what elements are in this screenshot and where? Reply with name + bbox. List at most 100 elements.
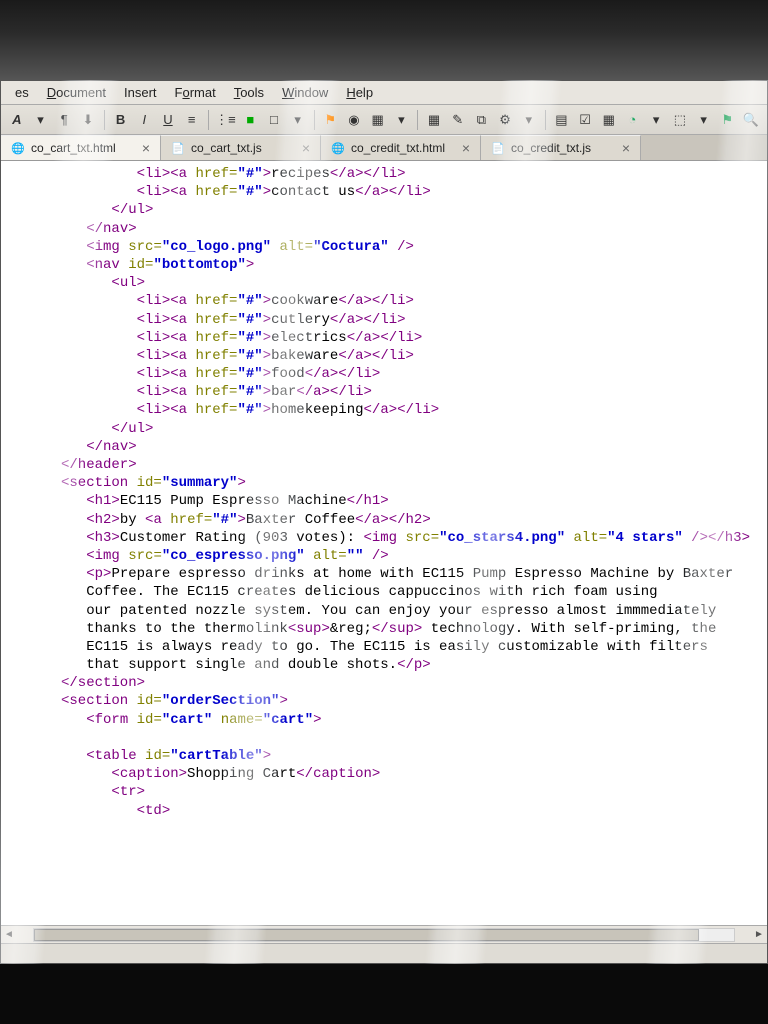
flag-icon[interactable]: ⚑	[320, 109, 340, 131]
box-icon[interactable]: ⬚	[670, 109, 690, 131]
code-line: <table id="cartTable">	[61, 747, 759, 765]
code-line: <section id="orderSection">	[61, 692, 759, 710]
code-line: <section id="summary">	[61, 474, 759, 492]
menu-document[interactable]: Document	[39, 83, 114, 102]
grid-icon[interactable]: ▦	[368, 109, 388, 131]
code-line: that support single and double shots.</p…	[61, 656, 759, 674]
bold-button[interactable]: B	[111, 109, 131, 131]
code-line: <ul>	[61, 274, 759, 292]
code-line: <h1>EC115 Pump Espresso Machine</h1>	[61, 492, 759, 510]
code-line: <p>Prepare espresso drinks at home with …	[61, 565, 759, 583]
horizontal-scrollbar[interactable]: ◄ ►	[1, 925, 767, 943]
close-icon[interactable]: ×	[460, 140, 472, 156]
menu-es-partial[interactable]: es	[7, 83, 37, 102]
code-line: <li><a href="#">food</a></li>	[61, 365, 759, 383]
close-icon[interactable]: ×	[140, 140, 152, 156]
menu-insert[interactable]: Insert	[116, 83, 165, 102]
file-icon: 📄	[491, 141, 505, 155]
align-icon[interactable]: ≡	[182, 109, 202, 131]
code-line: our patented nozzle system. You can enjo…	[61, 602, 759, 620]
menu-format[interactable]: Format	[167, 83, 224, 102]
tab-label: co_cart_txt.html	[31, 141, 116, 155]
separator	[417, 110, 418, 130]
flag-icon[interactable]: ⚑	[717, 109, 737, 131]
tab-co_credit_txt-js[interactable]: 📄co_credit_txt.js×	[481, 135, 641, 160]
tab-co_cart_txt-html[interactable]: 🌐 co_cart_txt.html ×	[1, 135, 161, 160]
separator	[208, 110, 209, 130]
code-line: <li><a href="#">contact us</a></li>	[61, 183, 759, 201]
tabbar: 🌐 co_cart_txt.html × 📄 co_cart_txt.js × 🌐 co_cr…	[1, 135, 767, 161]
close-icon[interactable]: ×	[620, 140, 632, 156]
scrollbar-track[interactable]	[33, 928, 735, 942]
code-line: </nav>	[61, 220, 759, 238]
check-icon[interactable]: ☑	[575, 109, 595, 131]
dropdown-icon[interactable]: ▾	[646, 109, 666, 131]
file-icon: 📄	[171, 141, 185, 155]
gear-icon[interactable]: ⚙	[495, 109, 515, 131]
circle-icon[interactable]: ◉	[344, 109, 364, 131]
code-line	[61, 729, 759, 747]
globe-icon: 🌐	[11, 141, 25, 155]
paragraph-icon[interactable]: ¶	[54, 109, 74, 131]
underline-button[interactable]: U	[158, 109, 178, 131]
code-line: <h2>by <a href="#">Baxter Coffee</a></h2…	[61, 511, 759, 529]
separator	[314, 110, 315, 130]
code-line: </header>	[61, 456, 759, 474]
dropdown-icon[interactable]: ▾	[694, 109, 714, 131]
scrollbar-thumb[interactable]	[34, 929, 699, 941]
code-line: </nav>	[61, 438, 759, 456]
tab-co_credit_txt-html[interactable]: 🌐 co_credit_txt.html ×	[321, 135, 481, 160]
table-icon[interactable]: ▦	[424, 109, 444, 131]
download-icon[interactable]: ⬇	[78, 109, 98, 131]
menu-window[interactable]: Window	[274, 83, 336, 102]
globe-icon: 🌐	[331, 141, 345, 155]
code-line: thanks to the thermolink<sup>&reg;</sup>…	[61, 620, 759, 638]
code-line: </ul>	[61, 420, 759, 438]
copy-icon[interactable]: ⧉	[472, 109, 492, 131]
italic-button[interactable]: I	[134, 109, 154, 131]
menu-tools[interactable]: Tools	[226, 83, 272, 102]
statusbar	[1, 943, 767, 963]
menubar: es Document Insert Format Tools Window H…	[1, 81, 767, 105]
code-line: <img src="co_espresso.png" alt="" />	[61, 547, 759, 565]
dropdown-icon[interactable]: ▾	[288, 109, 308, 131]
grid-icon[interactable]: ▦	[599, 109, 619, 131]
code-line: <h3>Customer Rating (903 votes): <img sr…	[61, 529, 759, 547]
globe-icon[interactable]: ◔	[623, 109, 643, 131]
tab-label: co_cart_txt.js	[191, 141, 262, 155]
font-style-button[interactable]: A	[7, 109, 27, 131]
code-line: <li><a href="#">cutlery</a></li>	[61, 311, 759, 329]
tab-co_cart_txt-js[interactable]: 📄 co_cart_txt.js ×	[161, 135, 321, 160]
scroll-right-icon[interactable]: ►	[751, 927, 767, 943]
code-line: EC115 is always ready to go. The EC115 i…	[61, 638, 759, 656]
code-line: <li><a href="#">bakeware</a></li>	[61, 347, 759, 365]
layout-icon[interactable]: ▤	[552, 109, 572, 131]
code-editor[interactable]: <li><a href="#">recipes</a></li> <li><a …	[1, 161, 767, 925]
code-line: <tr>	[61, 783, 759, 801]
list-icon[interactable]: ⋮≡	[214, 109, 236, 131]
menu-help[interactable]: Help	[338, 83, 381, 102]
dropdown-icon[interactable]: ▾	[519, 109, 539, 131]
code-line: Coffee. The EC115 creates delicious capp…	[61, 583, 759, 601]
close-icon[interactable]: ×	[300, 140, 312, 156]
code-line: <img src="co_logo.png" alt="Coctura" />	[61, 238, 759, 256]
code-line: </section>	[61, 674, 759, 692]
code-line: <form id="cart" name="cart">	[61, 711, 759, 729]
toolbar: A ▾ ¶ ⬇ B I U ≡ ⋮≡ ■ □ ▾ ⚑ ◉ ▦ ▾ ▦ ✎ ⧉ ⚙…	[1, 105, 767, 135]
separator	[104, 110, 105, 130]
search-icon[interactable]: 🔍	[741, 109, 761, 131]
code-line: <nav id="bottomtop">	[61, 256, 759, 274]
code-line: </ul>	[61, 201, 759, 219]
dropdown-icon[interactable]: ▾	[392, 109, 412, 131]
editor-window: es Document Insert Format Tools Window H…	[0, 80, 768, 964]
scroll-left-icon[interactable]: ◄	[1, 927, 17, 943]
dropdown-icon[interactable]: ▾	[31, 109, 51, 131]
code-line: <li><a href="#">cookware</a></li>	[61, 292, 759, 310]
code-line: <li><a href="#">recipes</a></li>	[61, 165, 759, 183]
box-icon[interactable]: □	[264, 109, 284, 131]
code-line: <li><a href="#">bar</a></li>	[61, 383, 759, 401]
code-line: <li><a href="#">electrics</a></li>	[61, 329, 759, 347]
edit-icon[interactable]: ✎	[448, 109, 468, 131]
color-box-icon[interactable]: ■	[240, 109, 260, 131]
tab-label: co_credit_txt.html	[351, 141, 445, 155]
